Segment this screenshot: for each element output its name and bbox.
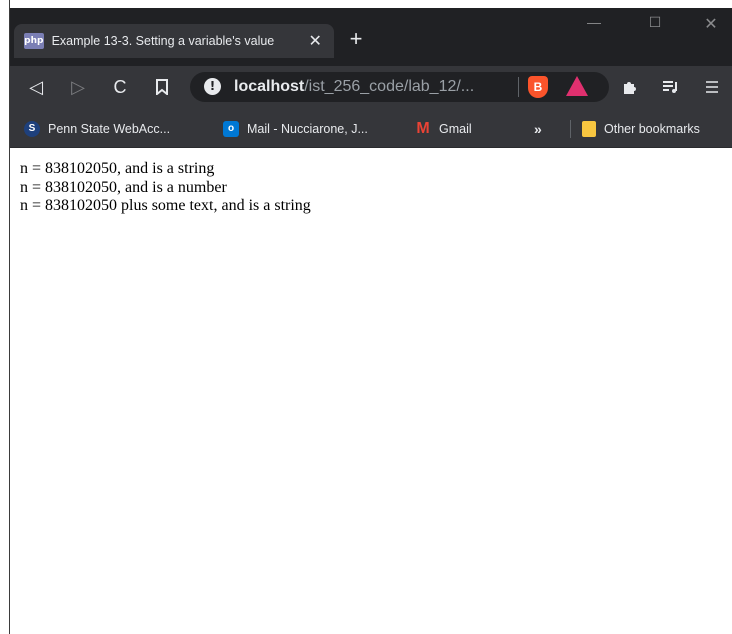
back-icon[interactable]: ◁ [24,75,48,99]
bookmark-penn-state[interactable]: S Penn State WebAcc... [24,119,170,139]
tab-active[interactable]: php Example 13-3. Setting a variable's v… [14,24,334,58]
bookmarks-overflow-button[interactable]: » [534,119,542,139]
output-line: n = 838102050 plus some text, and is a s… [20,197,311,214]
bookmark-label: Gmail [439,122,472,136]
new-tab-button[interactable]: + [344,28,368,50]
brave-rewards-icon[interactable] [566,76,588,96]
browser-toolbar: ◁ ▷ C ! localhost/ist_256_code/lab_12/..… [10,66,732,108]
bookmarks-divider [570,120,571,138]
folder-icon [582,121,596,137]
url-host: localhost [234,78,305,95]
tab-strip: php Example 13-3. Setting a variable's v… [10,8,732,66]
penn-state-shield-icon: S [24,121,40,137]
output-line: n = 838102050, and is a number [20,178,227,196]
other-bookmarks-folder[interactable]: Other bookmarks [582,119,700,139]
bookmarks-bar: S Penn State WebAcc... o Mail - Nucciaro… [10,108,732,148]
maximize-icon[interactable]: ☐ [644,14,666,31]
page-content: n = 838102050, and is a string n = 83810… [20,160,720,216]
url-path: /ist_256_code/lab_12/... [304,78,475,95]
bookmark-outlook-mail[interactable]: o Mail - Nucciarone, J... [223,119,368,139]
minimize-icon[interactable]: — [583,14,605,30]
php-favicon-icon: php [24,33,44,49]
desktop-edge [0,0,10,634]
gmail-icon: M [416,120,430,137]
address-bar[interactable]: ! localhost/ist_256_code/lab_12/... B [190,72,609,102]
forward-icon[interactable]: ▷ [66,75,90,99]
tab-close-icon[interactable]: ✕ [306,31,324,51]
media-queue-icon[interactable] [658,75,682,99]
tab-title: Example 13-3. Setting a variable's value [51,34,275,48]
omnibox-divider [518,77,519,97]
reload-icon[interactable]: C [108,75,132,99]
window-close-icon[interactable]: ✕ [700,14,722,34]
menu-icon[interactable] [700,75,724,99]
brave-shields-icon[interactable]: B [528,76,548,98]
site-info-icon[interactable]: ! [204,78,221,95]
outlook-icon: o [223,121,239,137]
url-text[interactable]: localhost/ist_256_code/lab_12/... [234,78,474,96]
extensions-puzzle-icon[interactable] [618,75,642,99]
bookmark-label: Other bookmarks [604,122,700,136]
bookmark-label: Penn State WebAcc... [48,122,171,136]
output-line: n = 838102050, and is a string [20,160,215,177]
bookmark-label: Mail - Nucciarone, J... [247,122,368,136]
bookmark-gmail[interactable]: M Gmail [415,119,472,139]
bookmark-icon[interactable] [150,75,174,99]
browser-window: php Example 13-3. Setting a variable's v… [0,0,732,634]
